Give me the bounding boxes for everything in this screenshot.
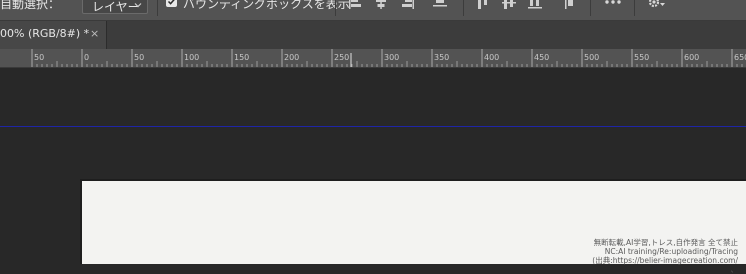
ruler-label: 500	[584, 53, 600, 62]
auto-select-target-dropdown[interactable]: レイヤー	[82, 0, 148, 14]
show-bounding-box-checkbox[interactable]	[166, 0, 177, 7]
align-horizontal-centers-icon[interactable]	[373, 0, 389, 11]
canvas-workspace[interactable]: 無断転載,AI学習,トレス,自作発言 全て禁止 NC:AI training/R…	[0, 68, 746, 274]
align-right-edges-icon[interactable]	[400, 0, 416, 11]
options-bar: 自動選択： レイヤー バウンディングボックスを表示	[0, 0, 746, 21]
align-left-edges-icon[interactable]	[347, 0, 363, 11]
align-bottom-edges-icon[interactable]	[527, 0, 543, 11]
align-top-edges-icon[interactable]	[475, 0, 491, 11]
ruler-label: 150	[234, 53, 250, 62]
watermark-line: 、	[730, 265, 739, 274]
close-icon[interactable]: ×	[90, 27, 99, 40]
toolbar-separator	[590, 0, 591, 16]
watermark-text: 無断転載,AI学習,トレス,自作発言 全て禁止 NC:AI training/R…	[592, 238, 738, 274]
ruler-label: 450	[534, 53, 550, 62]
ruler-label: 650	[734, 53, 746, 62]
ruler-label: 0	[84, 53, 90, 62]
distribute-horizontal-icon[interactable]	[562, 0, 578, 11]
watermark-line: 無断転載,AI学習,トレス,自作発言 全て禁止	[593, 238, 738, 247]
document-tab[interactable]: 00% (RGB/8#) * ×	[0, 21, 107, 49]
ruler-label: 200	[284, 53, 300, 62]
auto-select-label: 自動選択：	[0, 0, 61, 11]
document-tab-title: 00% (RGB/8#) *	[0, 27, 90, 40]
horizontal-ruler[interactable]: 50 0 50 100 150 200 250 300 350 400 450 500 550 600 65…	[0, 49, 746, 68]
ruler-label: 400	[484, 53, 500, 62]
gear-icon[interactable]	[647, 0, 665, 11]
chevron-down-icon	[133, 0, 143, 9]
ruler-label: 300	[384, 53, 400, 62]
more-options-icon[interactable]	[604, 0, 621, 11]
ruler-label: 550	[634, 53, 650, 62]
document-tab-bar: 00% (RGB/8#) * ×	[0, 21, 746, 49]
ruler-label: 50	[34, 53, 45, 62]
align-vertical-centers-icon[interactable]	[501, 0, 517, 11]
toolbar-separator	[463, 0, 464, 16]
toolbar-separator	[335, 0, 336, 16]
distribute-vertical-icon[interactable]	[432, 0, 448, 11]
document-canvas[interactable]: 無断転載,AI学習,トレス,自作発言 全て禁止 NC:AI training/R…	[82, 181, 746, 274]
ruler-label: 350	[434, 53, 450, 62]
ruler-label: 600	[684, 53, 700, 62]
toolbar-separator	[157, 0, 158, 16]
show-bounding-box-label: バウンディングボックスを表示	[183, 0, 350, 11]
watermark-line: NC:AI training/Re:uploading/Tracing	[604, 247, 738, 256]
ruler-label: 250	[334, 53, 350, 62]
checkmark-icon	[167, 0, 175, 5]
ruler-label: 100	[184, 53, 200, 62]
toolbar-separator	[634, 0, 635, 16]
horizontal-guide[interactable]	[0, 126, 746, 127]
ruler-label: 50	[134, 53, 145, 62]
